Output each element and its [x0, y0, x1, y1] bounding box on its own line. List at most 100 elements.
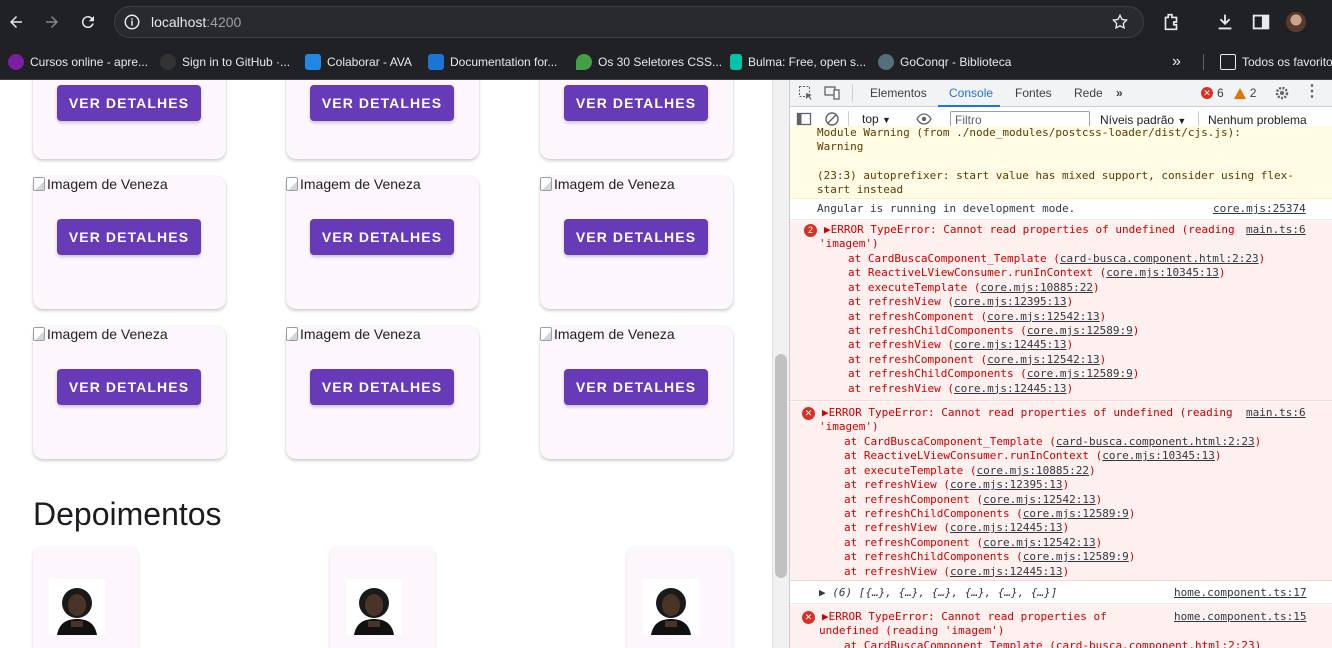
vscode-icon — [428, 54, 444, 70]
stack-frame-link[interactable]: core.mjs:12542:13 — [983, 493, 1096, 506]
clear-console-icon[interactable] — [824, 111, 840, 127]
all-favorites-folder[interactable]: Todos os favoritos — [1220, 52, 1332, 72]
view-details-button[interactable]: VER DETALHES — [564, 369, 708, 405]
stack-frame-link[interactable]: core.mjs:12542:13 — [987, 353, 1100, 366]
bookmark-item[interactable]: Colaborar - AVA — [305, 52, 412, 72]
stack-frame-link[interactable]: core.mjs:12542:13 — [983, 536, 1096, 549]
view-details-button[interactable]: VER DETALHES — [564, 85, 708, 121]
console-info[interactable]: Angular is running in development mode. … — [790, 199, 1332, 220]
bookmark-item[interactable]: Bulma: Free, open s... — [730, 52, 866, 72]
url-text[interactable]: localhost:4200 — [151, 14, 241, 30]
stack-frame-link[interactable]: core.mjs:12445:13 — [950, 521, 1063, 534]
bookmark-item[interactable]: Os 30 Seletores CSS... — [576, 52, 722, 72]
stack-frame-end: ) — [1095, 535, 1103, 549]
console-warning[interactable]: Module Warning (from ./node_modules/post… — [790, 126, 1332, 199]
card-image: Imagem de Veneza — [33, 326, 168, 342]
view-details-button[interactable]: VER DETALHES — [57, 369, 201, 405]
scrollbar-thumb[interactable] — [775, 354, 787, 578]
log-levels-dropdown[interactable]: Níveis padrão ▼ — [1100, 113, 1186, 127]
view-details-button[interactable]: VER DETALHES — [57, 85, 201, 121]
bookmark-item[interactable]: GoConqr - Biblioteca — [878, 52, 1011, 72]
stack-frame-link[interactable]: core.mjs:12589:9 — [1023, 507, 1129, 520]
stack-frame-fn: at refreshChildComponents ( — [844, 507, 1023, 520]
bookmark-label: Cursos online - apre... — [30, 55, 149, 69]
bookmark-item[interactable]: Cursos online - apre... — [8, 52, 148, 72]
context-selector[interactable]: top ▼ — [862, 112, 891, 126]
stack-frame-link[interactable]: core.mjs:10885:22 — [976, 464, 1089, 477]
reload-icon[interactable] — [76, 10, 100, 34]
view-details-button[interactable]: VER DETALHES — [310, 219, 454, 255]
device-toolbar-icon[interactable] — [824, 85, 840, 101]
menu-icon[interactable] — [1312, 11, 1332, 33]
stack-frame-end: ) — [1132, 324, 1140, 337]
error-source-link[interactable]: main.ts:6 — [1246, 406, 1306, 420]
stack-frame-link[interactable]: core.mjs:12589:9 — [1027, 367, 1133, 380]
view-details-button[interactable]: VER DETALHES — [310, 369, 454, 405]
view-details-button[interactable]: VER DETALHES — [57, 219, 201, 255]
stack-frame-end: ) — [1066, 381, 1074, 395]
warning-line: Warning — [817, 140, 864, 153]
stack-frame-link[interactable]: core.mjs:12589:9 — [1023, 550, 1129, 563]
more-tabs-chevron-icon[interactable]: » — [1116, 86, 1123, 100]
stack-frame-link[interactable]: core.mjs:12542:13 — [987, 310, 1100, 323]
card-image-alt: Imagem de Veneza — [47, 326, 168, 342]
inspect-element-icon[interactable] — [798, 85, 814, 101]
stack-frame-fn: at executeTemplate ( — [844, 463, 977, 477]
site-info-icon[interactable] — [123, 13, 141, 31]
download-icon[interactable] — [1214, 11, 1236, 33]
address-bar[interactable]: localhost:4200 — [114, 6, 1144, 38]
info-source-link[interactable]: core.mjs:25374 — [1213, 202, 1306, 216]
console-error[interactable]: ✕ ▶ERROR TypeError: Cannot read properti… — [790, 402, 1332, 581]
stack-frame-link[interactable]: card-busca.component.html:2:23 — [1056, 435, 1255, 448]
stack-frame-link[interactable]: core.mjs:12445:13 — [954, 338, 1067, 351]
bookmark-item[interactable]: Sign in to GitHub ·... — [160, 52, 290, 72]
close-devtools-icon[interactable] — [1326, 85, 1332, 101]
chevron-double-right-icon[interactable]: » — [1172, 53, 1190, 71]
stack-frame-link[interactable]: core.mjs:12395:13 — [954, 295, 1067, 308]
stack-frame: at refreshView (core.mjs:12445:13) — [844, 521, 1069, 535]
stack-frame-link[interactable]: core.mjs:10345:13 — [1106, 266, 1219, 279]
issues-counter[interactable]: ✕ 6 2 — [1201, 86, 1256, 100]
stack-frame-end: ) — [1214, 449, 1222, 463]
log-source-link[interactable]: home.component.ts:17 — [1174, 586, 1306, 600]
console-error[interactable]: ✕ ▶ERROR TypeError: Cannot read properti… — [790, 605, 1332, 648]
bookmark-item[interactable]: Documentation for... — [428, 52, 557, 72]
view-details-button[interactable]: VER DETALHES — [564, 219, 708, 255]
extensions-icon[interactable] — [1160, 11, 1182, 33]
sidebar-toggle-icon[interactable] — [796, 111, 812, 127]
profile-avatar[interactable] — [1286, 12, 1306, 32]
console-log[interactable]: ▶ (6) [{…}, {…}, {…}, {…}, {…}, {…}] hom… — [790, 582, 1332, 604]
kebab-menu-icon[interactable]: ⋮ — [1304, 84, 1320, 101]
tab-sources[interactable]: Fontes — [1015, 86, 1052, 100]
stack-frame-link[interactable]: core.mjs:12445:13 — [954, 382, 1067, 395]
bookmark-label: Colaborar - AVA — [327, 55, 412, 69]
stack-frame-end: ) — [1066, 295, 1074, 309]
side-panel-icon[interactable] — [1250, 11, 1272, 33]
error-source-link[interactable]: main.ts:6 — [1246, 223, 1306, 237]
settings-gear-icon[interactable] — [1274, 85, 1290, 101]
stack-frame-link[interactable]: core.mjs:12395:13 — [950, 478, 1063, 491]
error-source-link[interactable]: home.component.ts:15 — [1174, 610, 1306, 624]
forward-icon[interactable] — [40, 10, 64, 34]
back-icon[interactable] — [4, 10, 28, 34]
testimonial-card — [330, 547, 435, 648]
stack-frame-link[interactable]: core.mjs:10885:22 — [980, 281, 1093, 294]
card-image-alt: Imagem de Veneza — [554, 326, 675, 342]
stack-frame-link[interactable]: card-busca.component.html:2:23 — [1060, 252, 1259, 265]
page-scrollbar[interactable] — [772, 80, 789, 648]
stack-frame: at refreshChildComponents (core.mjs:1258… — [844, 550, 1135, 564]
view-details-button[interactable]: VER DETALHES — [310, 85, 454, 121]
bookmark-star-icon[interactable] — [1111, 13, 1129, 31]
tab-network[interactable]: Rede — [1074, 86, 1103, 100]
issues-button[interactable]: Nenhum problema — [1208, 113, 1307, 127]
stack-frame: at CardBuscaComponent_Template (card-bus… — [848, 252, 1265, 266]
console-error[interactable]: 2 ▶ERROR TypeError: Cannot read properti… — [790, 221, 1332, 401]
eye-icon[interactable] — [916, 111, 932, 127]
stack-frame-link[interactable]: core.mjs:12445:13 — [950, 565, 1063, 578]
stack-frame-fn: at refreshView ( — [848, 295, 954, 309]
folder-icon — [1220, 54, 1236, 70]
stack-frame-link[interactable]: core.mjs:12589:9 — [1027, 324, 1133, 337]
stack-frame-link[interactable]: core.mjs:10345:13 — [1102, 449, 1215, 462]
tab-elements[interactable]: Elementos — [870, 86, 927, 100]
tab-console[interactable]: Console — [949, 86, 993, 100]
